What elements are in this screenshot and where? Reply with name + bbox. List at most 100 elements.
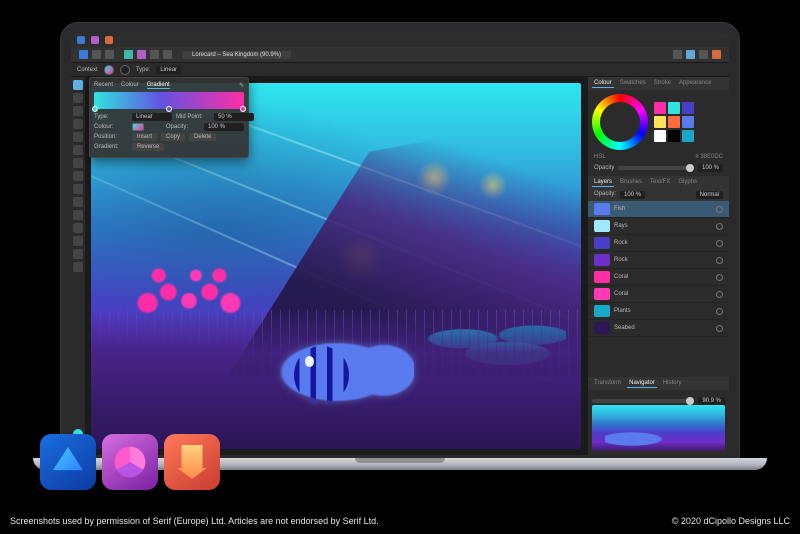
visibility-toggle-icon[interactable] xyxy=(716,291,723,298)
gradient-stop-icon[interactable] xyxy=(166,106,172,112)
canvas-area[interactable]: Recent Colour Gradient ✎ Type: Linear Mi… xyxy=(85,77,587,455)
tab-textfx[interactable]: Text/FX xyxy=(648,178,672,187)
layer-opacity-label: Opacity: xyxy=(594,191,616,199)
swatch-chip[interactable] xyxy=(668,130,680,142)
flip-icon[interactable] xyxy=(150,50,159,59)
insert-button[interactable]: Insert xyxy=(132,133,157,141)
visibility-toggle-icon[interactable] xyxy=(716,257,723,264)
gradient-tab-colour[interactable]: Colour xyxy=(121,82,139,89)
tab-colour[interactable]: Colour xyxy=(592,79,614,88)
zoom-field[interactable]: 90.9 % xyxy=(698,397,725,405)
tab-transform[interactable]: Transform xyxy=(592,379,623,388)
swatch-chip[interactable] xyxy=(654,116,666,128)
tab-glyphs[interactable]: Glyphs xyxy=(676,178,699,187)
text-tool-icon[interactable] xyxy=(73,210,83,220)
sv-box[interactable] xyxy=(606,108,634,136)
gradient-tab-gradient[interactable]: Gradient xyxy=(147,82,170,89)
boolean-icon[interactable] xyxy=(699,50,708,59)
layer-row[interactable]: Plants xyxy=(588,303,729,320)
swatch-chip[interactable] xyxy=(654,130,666,142)
layer-row[interactable]: Fish xyxy=(588,201,729,218)
stroke-swatch-icon[interactable] xyxy=(120,65,130,75)
swatch-chip[interactable] xyxy=(682,102,694,114)
persona-designer-icon[interactable] xyxy=(77,36,85,44)
layer-opacity-field[interactable]: 100 % xyxy=(620,191,645,199)
layer-row[interactable]: Rock xyxy=(588,235,729,252)
artboard-tool-icon[interactable] xyxy=(73,223,83,233)
navigator-thumbnail[interactable] xyxy=(592,405,725,451)
picker-tool-icon[interactable] xyxy=(73,236,83,246)
opacity-label: Opacity xyxy=(594,165,614,171)
move-tool-icon[interactable] xyxy=(73,80,83,90)
visibility-toggle-icon[interactable] xyxy=(716,274,723,281)
copy-button[interactable]: Copy xyxy=(161,133,185,141)
fill-tool-icon[interactable] xyxy=(73,158,83,168)
fill-swatch-icon[interactable] xyxy=(104,65,114,75)
file-icon[interactable] xyxy=(79,50,88,59)
open-icon[interactable] xyxy=(92,50,101,59)
zoom-slider[interactable] xyxy=(592,399,694,403)
reverse-button[interactable]: Reverse xyxy=(132,143,164,151)
gradient-strip[interactable] xyxy=(94,92,244,109)
layer-row[interactable]: Seabed xyxy=(588,320,729,337)
snap-icon[interactable] xyxy=(124,50,133,59)
crop-tool-icon[interactable] xyxy=(73,184,83,194)
type-select[interactable]: Linear xyxy=(132,113,172,121)
blend-mode-select[interactable]: Normal xyxy=(696,191,723,199)
layer-row[interactable]: Coral xyxy=(588,286,729,303)
shape-tool-icon[interactable] xyxy=(73,197,83,207)
zoom-tool-icon[interactable] xyxy=(73,249,83,259)
insert-icon[interactable] xyxy=(686,50,695,59)
swatch-chip[interactable] xyxy=(668,102,680,114)
hex-field[interactable]: # 38E0DC xyxy=(695,154,723,160)
swatch-chip[interactable] xyxy=(654,102,666,114)
tab-navigator[interactable]: Navigator xyxy=(627,379,657,388)
swatch-chip[interactable] xyxy=(668,116,680,128)
pen-tool-icon[interactable] xyxy=(73,119,83,129)
swatch-chip[interactable] xyxy=(682,116,694,128)
tab-brushes[interactable]: Brushes xyxy=(618,178,644,187)
help-icon[interactable] xyxy=(712,50,721,59)
layer-row[interactable]: Rays xyxy=(588,218,729,235)
brush-tool-icon[interactable] xyxy=(73,145,83,155)
align-icon[interactable] xyxy=(137,50,146,59)
save-icon[interactable] xyxy=(105,50,114,59)
visibility-toggle-icon[interactable] xyxy=(716,223,723,230)
tab-layers[interactable]: Layers xyxy=(592,178,614,187)
layer-row[interactable]: Rock xyxy=(588,252,729,269)
type-select[interactable]: Linear xyxy=(156,66,181,74)
gradient-panel[interactable]: Recent Colour Gradient ✎ Type: Linear Mi… xyxy=(89,77,249,158)
tab-stroke[interactable]: Stroke xyxy=(652,79,673,88)
corner-tool-icon[interactable] xyxy=(73,106,83,116)
opacity-field[interactable]: 100 % xyxy=(204,123,244,131)
persona-publisher-icon[interactable] xyxy=(105,36,113,44)
node-tool-icon[interactable] xyxy=(73,93,83,103)
layer-row[interactable]: Coral xyxy=(588,269,729,286)
picker-icon[interactable]: ✎ xyxy=(239,82,244,89)
opacity-slider[interactable] xyxy=(618,166,694,170)
document-tab[interactable]: Lorecard – Sea Kingdom (90.9%) xyxy=(182,51,291,59)
visibility-toggle-icon[interactable] xyxy=(716,240,723,247)
stop-colour-swatch[interactable] xyxy=(132,123,144,131)
visibility-toggle-icon[interactable] xyxy=(716,308,723,315)
opacity-field[interactable]: 100 % xyxy=(698,164,723,172)
persona-photo-icon[interactable] xyxy=(91,36,99,44)
midpoint-field[interactable]: 50 % xyxy=(214,113,254,121)
pencil-tool-icon[interactable] xyxy=(73,132,83,142)
tab-history[interactable]: History xyxy=(661,379,684,388)
pan-tool-icon[interactable] xyxy=(73,262,83,272)
gradient-tab-recent[interactable]: Recent xyxy=(94,82,113,89)
transparency-tool-icon[interactable] xyxy=(73,171,83,181)
delete-button[interactable]: Delete xyxy=(189,133,216,141)
visibility-toggle-icon[interactable] xyxy=(716,206,723,213)
tab-swatches[interactable]: Swatches xyxy=(618,79,648,88)
gradient-stop-icon[interactable] xyxy=(240,106,246,112)
arrange-icon[interactable] xyxy=(673,50,682,59)
rotate-icon[interactable] xyxy=(163,50,172,59)
visibility-toggle-icon[interactable] xyxy=(716,325,723,332)
colour-mode[interactable]: HSL xyxy=(594,154,606,160)
gradient-stop-icon[interactable] xyxy=(92,106,98,112)
swatch-chip[interactable] xyxy=(682,130,694,142)
tab-appearance[interactable]: Appearance xyxy=(677,79,713,88)
hue-wheel[interactable] xyxy=(592,94,648,150)
